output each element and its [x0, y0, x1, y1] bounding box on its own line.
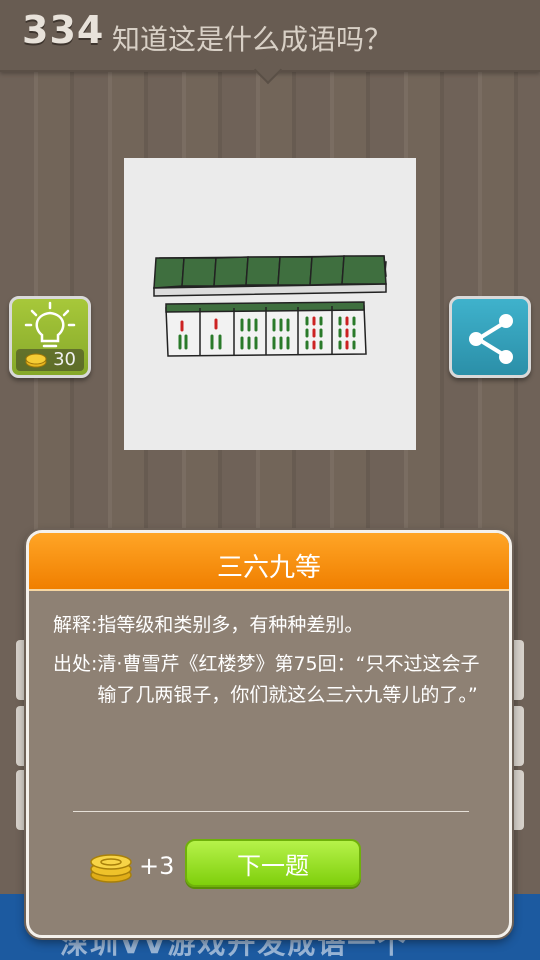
explanation-text: 解释:指等级和类别多，有种种差别。: [53, 614, 364, 636]
face-down-tiles: [153, 255, 387, 297]
share-icon: [469, 314, 513, 364]
source-text: 清·曹雪芹《红楼梦》第75回：“只不过这会子输了几两银子，你们就这么三六九等儿的…: [97, 653, 480, 706]
dialog-title-bar: 三六九等: [29, 533, 509, 591]
hint-button[interactable]: 30: [9, 296, 91, 378]
reward-amount: +3: [139, 852, 175, 880]
next-question-button[interactable]: 下一题: [185, 839, 361, 887]
coin-icon: [25, 353, 47, 368]
level-number: 334: [22, 8, 105, 52]
puzzle-image: [124, 158, 416, 450]
hint-cost: 30: [53, 349, 76, 370]
share-button[interactable]: [449, 296, 531, 378]
answer-title: 三六九等: [216, 553, 321, 583]
question-text: 知道这是什么成语吗？: [112, 23, 393, 56]
lightbulb-icon: [24, 301, 76, 348]
answer-dialog: 三六九等 解释:指等级和类别多，有种种差别。 出处: 清·曹雪芹《红楼梦》第75…: [26, 530, 512, 938]
coins-icon: [90, 854, 132, 883]
source-label: 出处:: [53, 653, 98, 675]
face-up-tiles: [165, 301, 367, 357]
divider: [73, 811, 469, 812]
mahjong-tiles-illustration: [153, 255, 387, 357]
source-row: 出处: 清·曹雪芹《红楼梦》第75回：“只不过这会子输了几两银子，你们就这么三六…: [53, 649, 497, 711]
